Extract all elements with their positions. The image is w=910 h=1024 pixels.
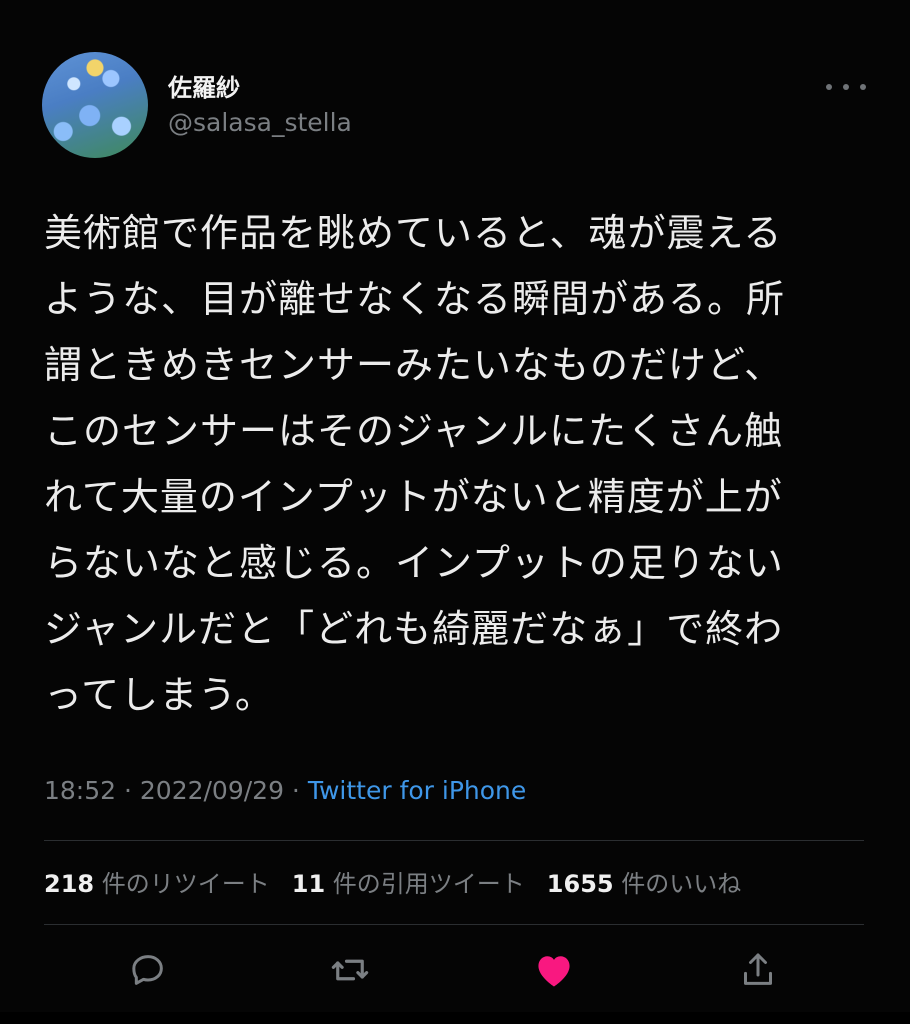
reply-icon [132,955,163,985]
divider [44,924,864,925]
tweet-meta: 18:52 · 2022/09/29 · Twitter for iPhone [44,776,526,805]
retweet-button[interactable] [328,948,372,992]
display-name[interactable]: 佐羅紗 [168,68,240,103]
retweets-stat[interactable]: 218 件のリツイート [44,864,270,899]
more-icon[interactable] [826,72,866,102]
reply-button[interactable] [126,948,170,992]
share-icon [744,953,772,985]
quotes-label: 件の引用ツイート [332,870,525,898]
retweet-icon [331,959,369,981]
tweet-date[interactable]: 2022/09/29 [140,776,284,805]
avatar[interactable] [42,52,148,158]
quotes-count: 11 [291,870,326,898]
likes-count: 1655 [546,870,614,898]
meta-separator: · [116,776,140,805]
tweet-source-link[interactable]: Twitter for iPhone [308,776,526,805]
share-button[interactable] [736,948,780,992]
meta-separator: · [283,776,308,805]
like-button[interactable] [532,948,576,992]
tweet-time[interactable]: 18:52 [44,776,116,805]
retweets-label: 件のリツイート [101,870,270,898]
user-handle[interactable]: @salasa_stella [168,108,352,137]
divider [44,840,864,841]
tweet-actions [0,948,910,998]
bottom-edge [0,1012,910,1024]
likes-label: 件のいいね [621,870,742,898]
retweets-count: 218 [44,870,95,898]
tweet-text: 美術館で作品を眺めていると、魂が震える ような、目が離せなくなる瞬間がある。所 … [44,211,786,717]
tweet-stats: 218 件のリツイート 11 件の引用ツイート 1655 件のいいね [44,864,741,899]
quotes-stat[interactable]: 11 件の引用ツイート [292,864,525,899]
more-dot [826,84,832,90]
heart-icon [538,956,570,987]
likes-stat[interactable]: 1655 件のいいね [547,864,741,899]
tweet-detail: 佐羅紗 @salasa_stella 美術館で作品を眺めていると、魂が震える よ… [0,0,910,1024]
more-dot [843,84,849,90]
more-dot [860,84,866,90]
